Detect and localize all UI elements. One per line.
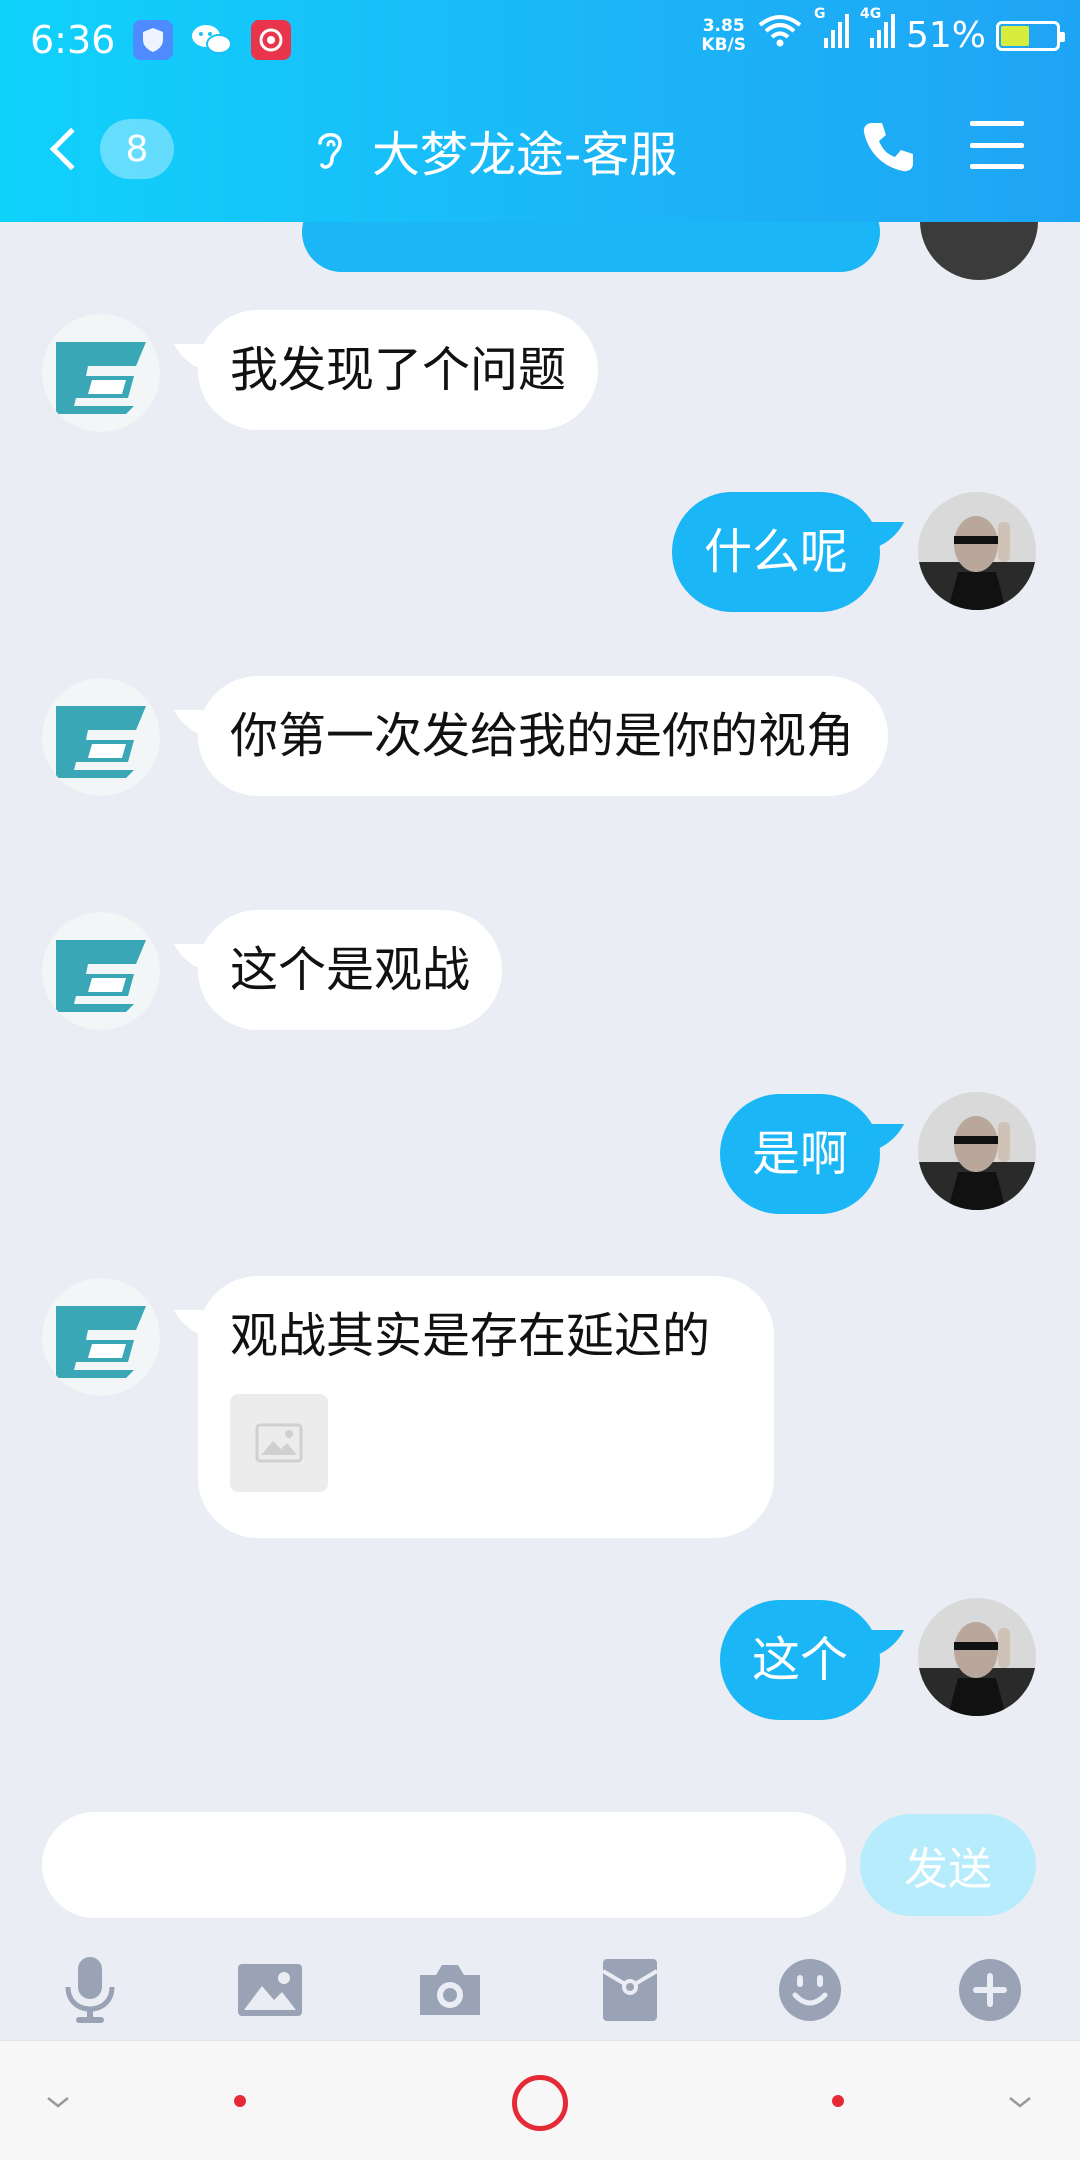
microphone-icon[interactable] xyxy=(50,1950,130,2030)
header: 6:36 3.85 KB/S G 4G 51% 8 大梦龙途-客服 xyxy=(0,0,1080,222)
message-bubble[interactable]: 什么呢 xyxy=(671,492,880,612)
my-avatar[interactable] xyxy=(918,1598,1036,1716)
my-avatar[interactable] xyxy=(918,1092,1036,1210)
service-avatar[interactable] xyxy=(42,678,160,796)
menu-icon[interactable] xyxy=(970,121,1024,169)
user-photo-icon xyxy=(918,492,1036,610)
phone-icon[interactable] xyxy=(858,117,918,177)
message-text: 你第一次发给我的是你的视角 xyxy=(230,708,855,764)
message-bubble[interactable]: 这个是观战 xyxy=(198,910,503,1030)
nav-dot[interactable] xyxy=(234,2095,246,2107)
service-avatar[interactable] xyxy=(42,1278,160,1396)
service-avatar[interactable] xyxy=(42,912,160,1030)
send-button[interactable]: 发送 xyxy=(860,1814,1036,1916)
signal-4g-icon: 4G xyxy=(860,6,896,59)
user-photo-icon xyxy=(918,1598,1036,1716)
battery-percent: 51% xyxy=(905,15,986,56)
net-speed-unit: KB/S xyxy=(701,34,746,55)
status-time: 6:36 xyxy=(30,18,116,62)
message-bubble[interactable]: 我发现了个问题 xyxy=(198,310,599,430)
service-logo-icon xyxy=(42,314,160,432)
system-nav-bar xyxy=(0,2040,1080,2160)
status-bar: 6:36 3.85 KB/S G 4G 51% xyxy=(0,0,1080,80)
message-bubble[interactable]: 你第一次发给我的是你的视角 xyxy=(198,676,888,796)
service-logo-icon xyxy=(42,912,160,1030)
message-text: 这个是观战 xyxy=(230,942,471,998)
signal-icon: G xyxy=(814,6,850,59)
camera-icon[interactable] xyxy=(410,1950,490,2030)
chevron-down-icon[interactable] xyxy=(46,2093,70,2108)
wifi-icon xyxy=(756,13,804,58)
message-text: 观战其实是存在延迟的 xyxy=(230,1308,711,1364)
emoji-icon[interactable] xyxy=(770,1950,850,2030)
signal-label-g: G xyxy=(813,6,826,22)
message-text: 这个 xyxy=(751,1632,848,1688)
input-row: 发送 xyxy=(0,1800,1080,1930)
message-text: 是啊 xyxy=(751,1126,848,1182)
service-logo-icon xyxy=(42,678,160,796)
message-text: 什么呢 xyxy=(703,524,848,580)
chat-title: 大梦龙途-客服 xyxy=(372,127,678,183)
chevron-down-icon[interactable] xyxy=(1008,2093,1032,2108)
service-avatar[interactable] xyxy=(42,314,160,432)
status-right: 3.85 KB/S G 4G 51% xyxy=(701,6,1065,59)
user-photo-icon xyxy=(918,1092,1036,1210)
service-logo-icon xyxy=(42,1278,160,1396)
message-bubble[interactable]: 观战其实是存在延迟的 xyxy=(198,1276,774,1538)
message-bubble[interactable]: 是啊 xyxy=(719,1094,880,1214)
title-area[interactable]: 大梦龙途-客服 xyxy=(310,115,677,185)
net-speed: 3.85 KB/S xyxy=(701,15,746,55)
unread-badge: 8 xyxy=(100,119,174,179)
red-packet-icon[interactable] xyxy=(590,1950,670,2030)
avatar-partial[interactable] xyxy=(920,222,1038,280)
back-chevron-icon xyxy=(49,127,93,171)
image-placeholder[interactable] xyxy=(230,1394,328,1492)
message-text: 我发现了个问题 xyxy=(230,342,567,398)
screen-recorder-icon xyxy=(251,20,292,60)
broken-image-icon xyxy=(255,1423,303,1463)
net-speed-value: 3.85 xyxy=(702,15,745,36)
nav-bar: 8 大梦龙途-客服 xyxy=(0,95,1080,205)
wechat-icon xyxy=(189,20,235,60)
nav-dot[interactable] xyxy=(832,2095,844,2107)
battery-fill xyxy=(1001,25,1029,46)
message-bubble[interactable]: 这个 xyxy=(719,1600,880,1720)
home-button[interactable] xyxy=(512,2075,568,2131)
message-input[interactable] xyxy=(42,1812,846,1918)
my-avatar[interactable] xyxy=(918,492,1036,610)
battery-icon xyxy=(996,20,1065,51)
signal-label-4g: 4G xyxy=(859,6,882,22)
image-icon[interactable] xyxy=(230,1950,310,2030)
shield-icon xyxy=(133,20,174,60)
back-button[interactable]: 8 xyxy=(44,117,174,181)
chat-area[interactable]: 我发现了个问题 什么呢 你第一次发给我的是你的视角 这个是观战 是啊 观战其实是… xyxy=(0,222,1080,1802)
menu-line xyxy=(970,142,1024,148)
menu-line xyxy=(970,121,1024,126)
menu-line xyxy=(970,164,1024,169)
message-bubble-partial[interactable] xyxy=(302,222,880,272)
input-toolbar xyxy=(0,1940,1080,2040)
ear-icon xyxy=(310,125,350,175)
plus-icon[interactable] xyxy=(950,1950,1030,2030)
